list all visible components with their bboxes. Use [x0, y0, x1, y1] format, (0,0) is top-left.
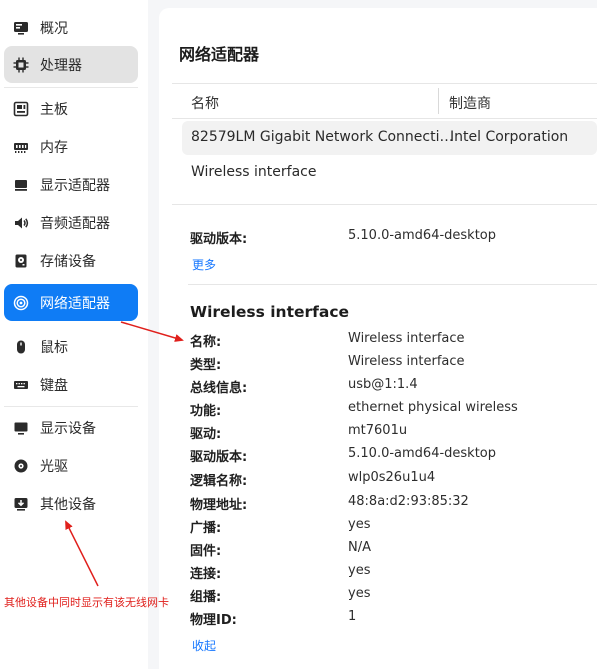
field-label: 固件: — [190, 544, 222, 559]
keyboard-icon — [13, 377, 29, 393]
sidebar-item-keyboard[interactable]: 键盘 — [4, 366, 138, 403]
field-value: 1 — [348, 609, 357, 624]
sidebar-item-label: 其他设备 — [40, 496, 96, 513]
sidebar-item-label: 网络适配器 — [40, 295, 110, 312]
field-value: Wireless interface — [348, 354, 465, 369]
sidebar-item-label: 光驱 — [40, 458, 68, 475]
cell-name: Wireless interface — [191, 164, 317, 180]
table-row[interactable]: Wireless interface — [182, 156, 597, 190]
page-title: 网络适配器 — [179, 45, 260, 64]
motherboard-icon — [13, 101, 29, 117]
sidebar-item-label: 存储设备 — [40, 253, 96, 270]
table-header: 名称 制造商 — [172, 83, 597, 119]
field-label: 连接: — [190, 567, 222, 582]
cell-vendor: Intel Corporation — [450, 129, 569, 145]
sidebar-item-storage[interactable]: 存储设备 — [4, 242, 138, 279]
sidebar-item-other-devices[interactable]: 其他设备 — [4, 485, 138, 522]
field-value: yes — [348, 586, 371, 601]
divider — [188, 284, 597, 285]
field-value: Wireless interface — [348, 331, 465, 346]
field-value: ethernet physical wireless — [348, 400, 518, 415]
device-table: 名称 制造商 82579LM Gigabit Network Connecti…… — [172, 83, 597, 193]
field-label: 名称: — [190, 335, 222, 350]
field-label: 功能: — [190, 404, 222, 419]
sidebar-item-monitor[interactable]: 显示设备 — [4, 409, 138, 446]
field-value: mt7601u — [348, 423, 408, 438]
field-label: 物理ID: — [190, 613, 237, 628]
field-value: 48:8a:d2:93:85:32 — [348, 494, 469, 509]
column-resize-handle[interactable] — [438, 88, 439, 114]
sidebar-divider — [4, 87, 138, 88]
divider — [172, 204, 597, 205]
cpu-icon — [13, 57, 29, 73]
sidebar-item-mouse[interactable]: 鼠标 — [4, 328, 138, 365]
field-label: 组播: — [190, 590, 222, 605]
overview-icon — [13, 20, 29, 36]
field-label: 广播: — [190, 521, 222, 536]
network-icon — [13, 295, 29, 311]
sidebar-divider — [4, 406, 138, 407]
sidebar-item-optical-drive[interactable]: 光驱 — [4, 447, 138, 484]
sidebar-item-audio[interactable]: 音频适配器 — [4, 204, 138, 241]
field-value: usb@1:1.4 — [348, 377, 418, 392]
sidebar-item-label: 鼠标 — [40, 339, 68, 356]
sidebar-item-label: 概况 — [40, 20, 68, 37]
sidebar-item-network[interactable]: 网络适配器 — [4, 284, 138, 321]
field-label: 驱动: — [190, 427, 222, 442]
optical-drive-icon — [13, 458, 29, 474]
sidebar-item-label: 音频适配器 — [40, 215, 110, 232]
column-header-vendor[interactable]: 制造商 — [449, 93, 491, 113]
sidebar-item-label: 显示适配器 — [40, 177, 110, 194]
collapse-link[interactable]: 收起 — [192, 637, 216, 654]
driver-version-value: 5.10.0-amd64-desktop — [348, 228, 497, 243]
field-label: 逻辑名称: — [190, 474, 248, 489]
driver-version-label: 驱动版本: — [190, 232, 248, 247]
sidebar: 概况 处理器 主板 内存 显示适配器 音频适配器 存储设备 网络适配器 鼠标 键… — [0, 0, 148, 669]
sidebar-item-overview[interactable]: 概况 — [4, 9, 138, 46]
column-header-name[interactable]: 名称 — [191, 93, 219, 113]
sidebar-item-display-adapter[interactable]: 显示适配器 — [4, 166, 138, 203]
storage-icon — [13, 253, 29, 269]
sidebar-item-label: 主板 — [40, 101, 68, 118]
sidebar-item-label: 内存 — [40, 139, 68, 156]
other-devices-icon — [13, 496, 29, 512]
memory-icon — [13, 139, 29, 155]
sidebar-item-motherboard[interactable]: 主板 — [4, 90, 138, 127]
detail-title: Wireless interface — [190, 303, 350, 321]
sidebar-item-label: 处理器 — [40, 57, 82, 74]
field-label: 物理地址: — [190, 498, 248, 513]
field-value: yes — [348, 517, 371, 532]
sidebar-item-memory[interactable]: 内存 — [4, 128, 138, 165]
sidebar-item-label: 显示设备 — [40, 420, 96, 437]
cell-name: 82579LM Gigabit Network Connecti… — [191, 129, 454, 145]
field-value: 5.10.0-amd64-desktop — [348, 446, 497, 461]
annotation-text: 其他设备中同时显示有该无线网卡 — [4, 596, 169, 609]
audio-icon — [13, 215, 29, 231]
field-label: 总线信息: — [190, 381, 248, 396]
sidebar-item-cpu[interactable]: 处理器 — [4, 46, 138, 83]
sidebar-item-label: 键盘 — [40, 377, 68, 394]
field-value: wlp0s26u1u4 — [348, 470, 436, 485]
mouse-icon — [13, 339, 29, 355]
field-label: 驱动版本: — [190, 450, 248, 465]
monitor-icon — [13, 420, 29, 436]
display-adapter-icon — [13, 177, 29, 193]
table-row[interactable]: 82579LM Gigabit Network Connecti… Intel … — [182, 121, 597, 155]
field-value: N/A — [348, 540, 371, 555]
field-label: 类型: — [190, 358, 222, 373]
field-value: yes — [348, 563, 371, 578]
more-link[interactable]: 更多 — [192, 256, 216, 273]
